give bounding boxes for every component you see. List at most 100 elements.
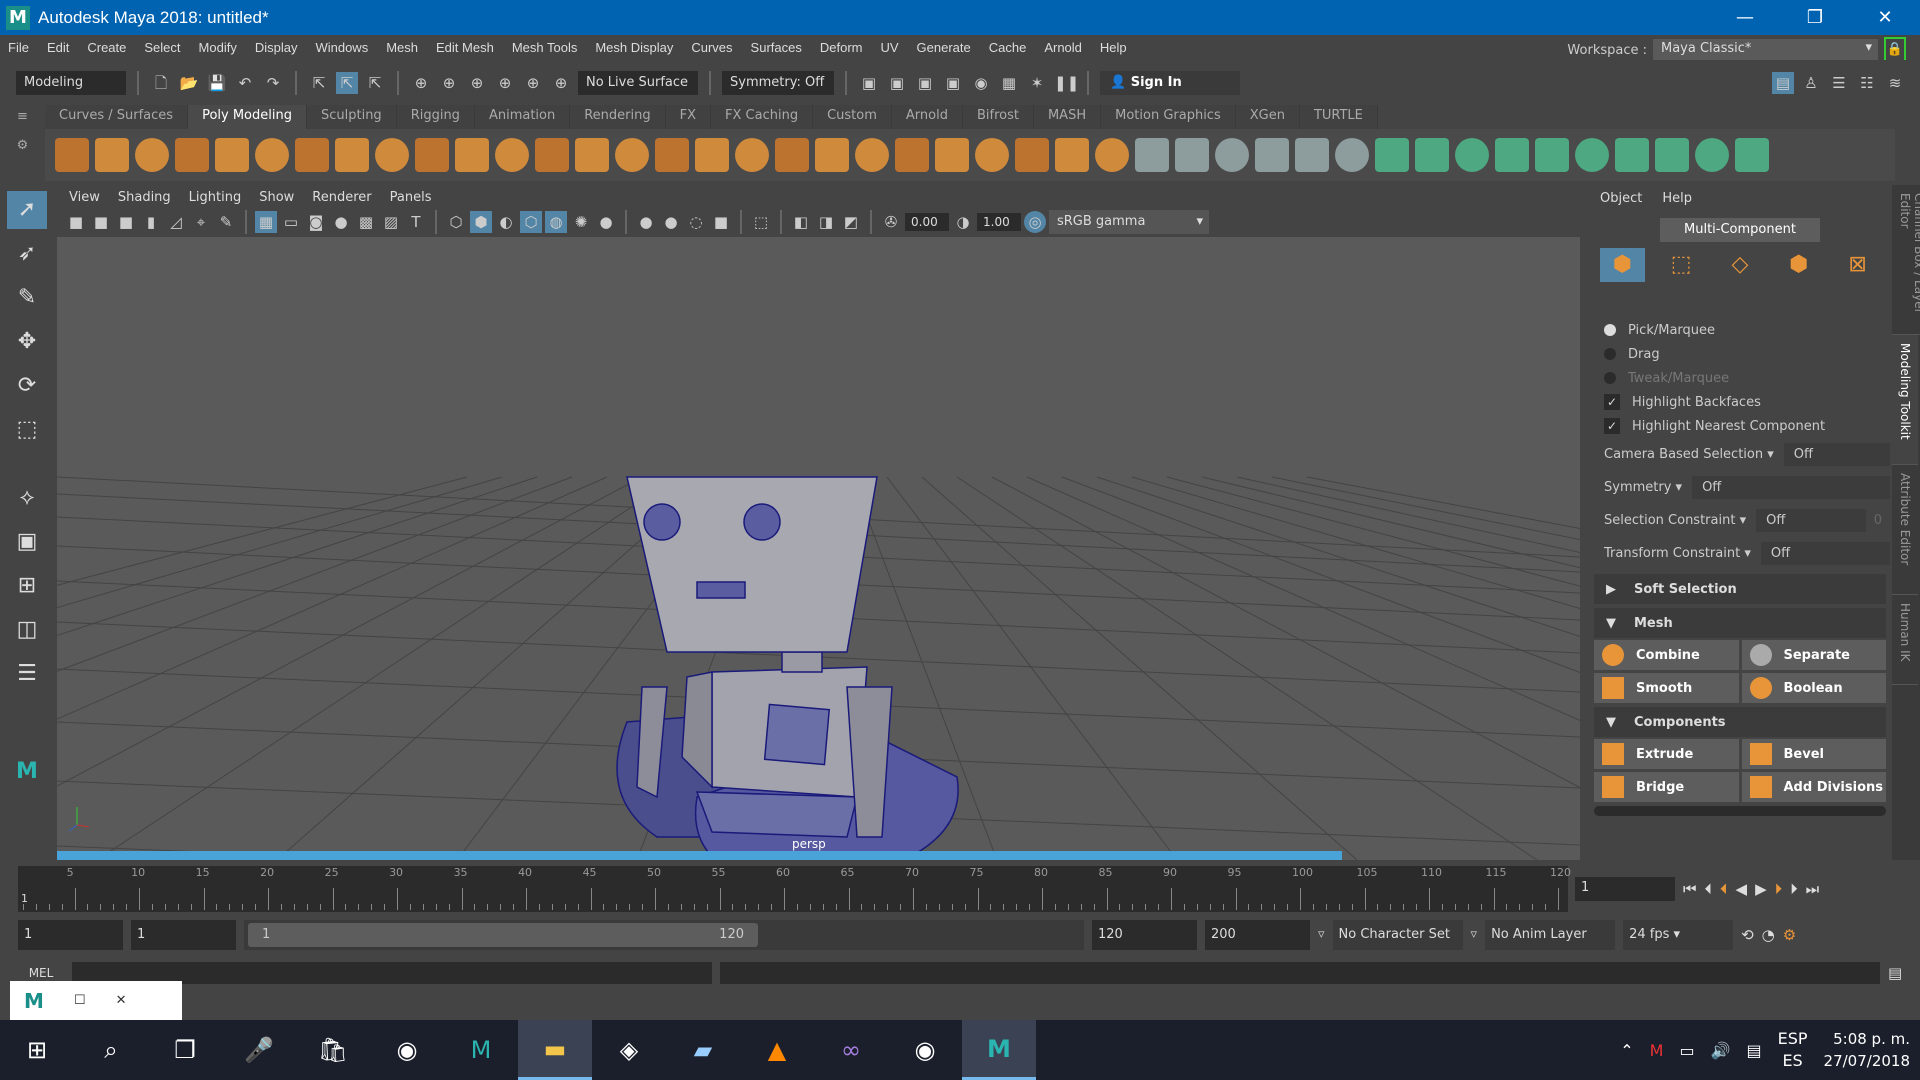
tab-sculpting[interactable]: Sculpting [306,105,397,129]
ipr-render-icon[interactable]: ▣ [914,72,936,94]
tab-motion-graphics[interactable]: Motion Graphics [1101,105,1236,129]
step-forward-key-icon[interactable]: ⏵ [1775,880,1783,898]
shelf-mirror-icon[interactable] [1295,138,1329,172]
safe-title-icon[interactable]: T [405,211,427,233]
vlc-icon[interactable]: ▲ [740,1020,814,1080]
rotate-tool-icon[interactable]: ⟳ [7,367,47,405]
search-icon[interactable]: ⌕ [74,1020,148,1080]
perspective-viewport[interactable]: persp [57,237,1580,860]
horizontal-scrollbar[interactable] [1594,806,1886,816]
shelf-cylindrical-uv-icon[interactable] [1535,138,1569,172]
prop-label[interactable]: Camera Based Selection [1604,447,1763,462]
loop-icon[interactable]: ⟲ [1741,926,1754,944]
human-ik-toggle-icon[interactable]: ♙ [1800,72,1822,94]
menu-create[interactable]: Create [87,40,126,55]
shelf-menu-icon[interactable]: ≡ [0,109,45,124]
gate-mask-icon[interactable]: ● [330,211,352,233]
animation-preferences-icon[interactable]: ⚙ [1783,926,1796,944]
highlight-backfaces-checkbox[interactable]: ✓ Highlight Backfaces [1590,390,1890,414]
tab-curves-surfaces[interactable]: Curves / Surfaces [45,105,189,129]
render-settings-icon[interactable]: ▣ [942,72,964,94]
grid-icon[interactable]: ▦ [255,211,277,233]
menu-help[interactable]: Help [1662,191,1692,206]
maya-active-app-icon[interactable]: M [962,1020,1036,1080]
tab-custom[interactable]: Custom [813,105,892,129]
smooth-shade-icon[interactable]: ⬢ [470,211,492,233]
channel-box-toggle-icon[interactable]: ≋ [1884,72,1906,94]
backface-culling-icon[interactable]: ◩ [840,211,862,233]
prop-value[interactable]: Off [1692,476,1890,499]
new-scene-icon[interactable]: 🗋 [150,72,172,94]
tab-modeling-toolkit[interactable]: Modeling Toolkit [1892,335,1918,465]
tab-bifrost[interactable]: Bifrost [962,105,1034,129]
menu-help[interactable]: Help [1100,40,1127,55]
menu-windows[interactable]: Windows [315,40,368,55]
tab-attribute-editor[interactable]: Attribute Editor [1892,465,1918,595]
isolate-select-icon[interactable]: ⬚ [750,211,772,233]
shelf-slide-edge-icon[interactable] [1375,138,1409,172]
play-backwards-icon[interactable]: ◀ [1736,880,1748,898]
shelf-quad-draw-icon[interactable] [1335,138,1369,172]
object-mode-icon[interactable]: ⬢ [1600,248,1645,282]
shelf-bevel-icon[interactable] [695,138,729,172]
shelf-pyramid-icon[interactable] [375,138,409,172]
attribute-editor-toggle-icon[interactable]: ☰ [1828,72,1850,94]
go-to-end-icon[interactable]: ⏭ [1806,880,1820,898]
menu-file[interactable]: File [8,40,29,55]
open-scene-icon[interactable]: 📂 [178,72,200,94]
image-plane-icon[interactable]: ◿ [165,211,187,233]
shelf-type-icon[interactable] [455,138,489,172]
shelf-disc-icon[interactable] [295,138,329,172]
shelf-insert-edge-loop-icon[interactable] [975,138,1009,172]
notification-icon[interactable]: ▤ [1746,1041,1761,1060]
drag-option[interactable]: Drag [1590,342,1890,366]
resolution-gate-icon[interactable]: ◙ [305,211,327,233]
single-view-layout-icon[interactable]: ▣ [7,523,47,561]
shelf-svg-icon[interactable] [495,138,529,172]
menu-edit-mesh[interactable]: Edit Mesh [436,40,494,55]
panel-menu-show[interactable]: Show [259,190,294,205]
shelf-poke-icon[interactable] [1055,138,1089,172]
panel-menu-lighting[interactable]: Lighting [189,190,242,205]
shelf-torus-icon[interactable] [215,138,249,172]
anim-layer-dropdown[interactable]: No Anim Layer [1485,919,1616,950]
character-set-dropdown-icon[interactable]: ▿ [1318,927,1325,942]
file-explorer-icon[interactable]: ▬ [518,1020,592,1080]
menu-uv[interactable]: UV [880,40,898,55]
menu-cache[interactable]: Cache [989,40,1027,55]
depth-of-field-icon[interactable]: ■ [710,211,732,233]
outliner-layout-icon[interactable]: ☰ [7,655,47,693]
menu-edit[interactable]: Edit [47,40,69,55]
modeling-toolkit-toggle-icon[interactable]: ▤ [1772,71,1794,94]
shelf-cut-faces-icon[interactable] [1415,138,1449,172]
move-tool-icon[interactable]: ✥ [7,323,47,361]
restore-icon[interactable]: ☐ [74,993,86,1008]
bevel-button[interactable]: Bevel [1741,739,1886,769]
shadows-icon[interactable]: ● [595,211,617,233]
scale-tool-icon[interactable]: ⬚ [7,411,47,449]
live-surface-field[interactable]: No Live Surface [578,70,698,95]
wireframe-on-shaded-icon[interactable]: ⬡ [520,211,542,233]
camera-icon[interactable]: ■ [65,211,87,233]
symmetry-dropdown[interactable]: Symmetry: Off [722,70,834,95]
last-tool-icon[interactable]: ⟡ [7,479,47,517]
sign-in-button[interactable]: 👤 Sign In [1100,70,1240,95]
shelf-separate-icon[interactable] [575,138,609,172]
volume-icon[interactable]: 🔊 [1711,1041,1731,1060]
radio-button[interactable] [1604,324,1616,336]
lock-camera-icon[interactable]: ■ [90,211,112,233]
visual-studio-icon[interactable]: ∞ [814,1020,888,1080]
snap-grid-icon[interactable]: ⊕ [410,72,432,94]
step-back-frame-icon[interactable]: ⏴ [1705,880,1713,898]
snap-point-icon[interactable]: ⊕ [466,72,488,94]
prop-label[interactable]: Transform Constraint [1604,546,1740,561]
prop-value[interactable]: Off [1756,509,1866,532]
shelf-spherical-uv-icon[interactable] [1575,138,1609,172]
color-management-toggle-icon[interactable]: ◎ [1024,211,1046,233]
menu-surfaces[interactable]: Surfaces [751,40,802,55]
range-slider[interactable]: 1 120 [244,919,1084,950]
shelf-symmetrize-icon[interactable] [1695,138,1729,172]
tab-turtle[interactable]: TURTLE [1299,105,1378,129]
lasso-tool-icon[interactable]: ➶ [7,235,47,273]
soft-selection-section[interactable]: ▶ Soft Selection [1594,574,1886,604]
